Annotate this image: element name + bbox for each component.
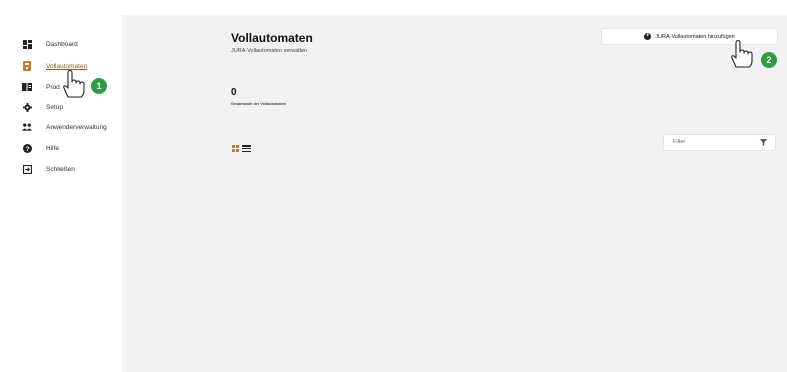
- page-subtitle: JURA-Vollautomaten verwalten: [231, 48, 308, 54]
- add-machine-button-label: JURA-Vollautomaten hinzufügen: [655, 33, 735, 40]
- sidebar-item-label: Hilfe: [46, 144, 60, 152]
- dashboard-icon: [22, 39, 32, 49]
- logout-icon: [22, 164, 32, 174]
- machine-count: 0: [231, 87, 237, 98]
- sidebar-item-label: Anwenderverwaltung: [46, 123, 107, 131]
- sidebar-item-setup[interactable]: Setup: [0, 98, 122, 116]
- gear-icon: [22, 102, 32, 112]
- sidebar-item-label: Schließen: [46, 165, 75, 173]
- help-icon: ?: [22, 143, 32, 153]
- grid-view-icon[interactable]: [232, 145, 239, 152]
- users-icon: [22, 122, 32, 132]
- list-view-icon[interactable]: [242, 145, 251, 152]
- main-content: Vollautomaten JURA-Vollautomaten verwalt…: [122, 15, 787, 372]
- callout-badge-1: 1: [91, 78, 107, 94]
- funnel-icon: [760, 139, 767, 146]
- sidebar-item-schliessen[interactable]: Schließen: [0, 160, 122, 178]
- view-toggle: [232, 145, 251, 152]
- sidebar-item-label: Dashboard: [46, 40, 78, 48]
- sidebar: Dashboard Vollautomaten Prod Setup Anwen…: [0, 0, 122, 372]
- sidebar-item-label: Setup: [46, 103, 63, 111]
- pointer-hand-icon: [731, 39, 753, 68]
- callout-badge-2: 2: [761, 52, 777, 68]
- sidebar-item-dashboard[interactable]: Dashboard: [0, 35, 122, 53]
- filter-label: Filter: [673, 139, 686, 145]
- svg-text:?: ?: [25, 146, 29, 153]
- plus-circle-icon: +: [644, 33, 652, 40]
- products-icon: [22, 82, 32, 92]
- sidebar-item-label: Prod: [46, 83, 60, 91]
- sidebar-item-hilfe[interactable]: ? Hilfe: [0, 139, 122, 157]
- machine-count-label: Gesamtzahl der Vollautomaten: [231, 102, 287, 106]
- pointer-hand-icon: [63, 69, 85, 98]
- page-title: Vollautomaten: [231, 31, 313, 45]
- filter-dropdown[interactable]: Filter: [663, 134, 776, 151]
- coffee-machine-icon: [22, 61, 32, 71]
- sidebar-item-anwenderverwaltung[interactable]: Anwenderverwaltung: [0, 118, 122, 136]
